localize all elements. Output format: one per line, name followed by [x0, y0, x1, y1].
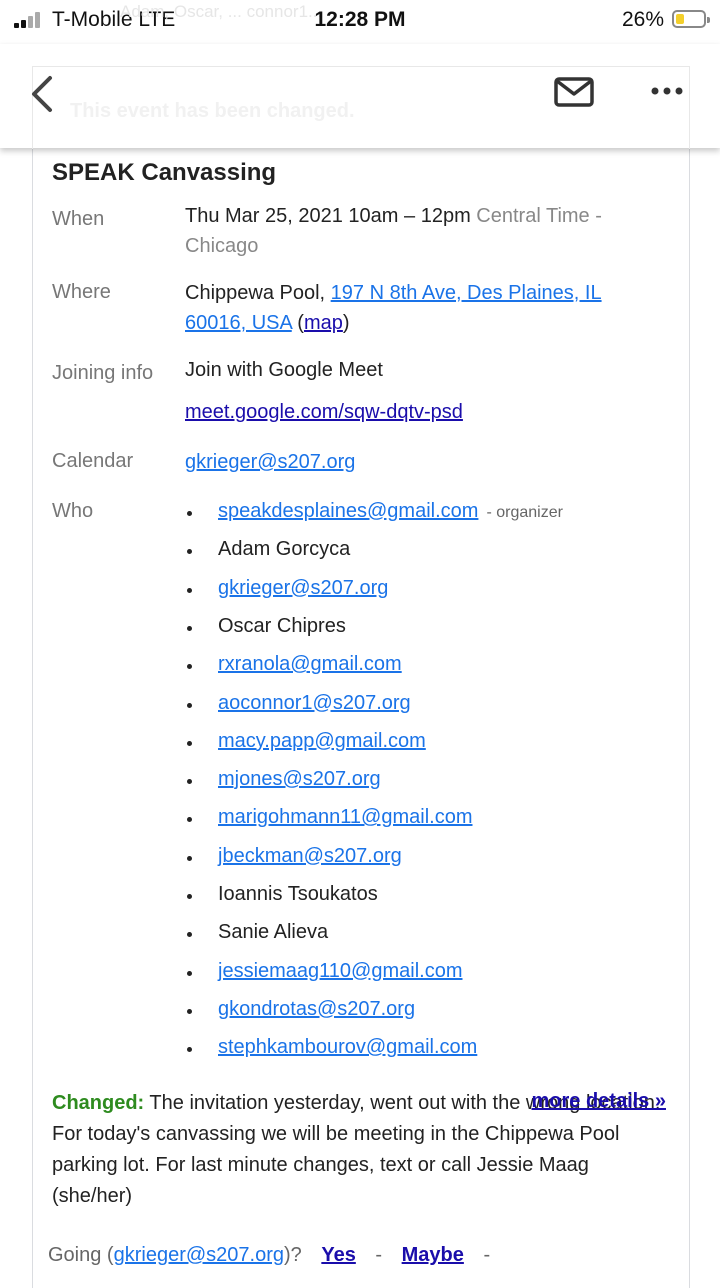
- back-button[interactable]: [26, 72, 60, 116]
- battery-percent: 26%: [621, 8, 664, 31]
- attendee-item[interactable]: gkondrotas@s207.org: [218, 998, 415, 1021]
- rsvp-separator-trailing: -: [483, 1244, 491, 1266]
- bullet-icon: [186, 1046, 194, 1054]
- attendee-item[interactable]: mjones@s207.org: [218, 768, 381, 791]
- attendee-email-link[interactable]: jessiemaag110@gmail.com: [218, 960, 462, 982]
- bullet-icon: [186, 931, 194, 939]
- when-datetime: Thu Mar 25, 2021 10am – 12pm: [185, 205, 471, 227]
- where-place: Chippewa Pool,: [185, 282, 326, 304]
- when-label: When: [52, 208, 105, 230]
- attendee-item: Adam Gorcyca: [218, 538, 350, 561]
- attendee-email-link[interactable]: marigohmann11@gmail.com: [218, 806, 472, 828]
- chevron-left-icon: [32, 76, 52, 112]
- rsvp-separator: -: [375, 1244, 383, 1266]
- attendee-item[interactable]: speakdesplaines@gmail.com - organizer: [218, 500, 563, 523]
- going-suffix: )?: [283, 1244, 302, 1266]
- bullet-icon: [186, 1008, 194, 1016]
- going-prefix: Going (: [48, 1244, 114, 1266]
- rsvp-yes-link[interactable]: Yes: [321, 1244, 355, 1266]
- attendee-item: Sanie Alieva: [218, 921, 328, 944]
- rsvp-email-link[interactable]: gkrieger@s207.org: [114, 1244, 284, 1266]
- attendee-email-link[interactable]: mjones@s207.org: [218, 768, 381, 790]
- attendee-email-link[interactable]: jbeckman@s207.org: [218, 845, 402, 867]
- calendar-link[interactable]: gkrieger@s207.org: [185, 451, 355, 473]
- attendee-item[interactable]: rxranola@gmail.com: [218, 653, 402, 676]
- attendee-email-link[interactable]: rxranola@gmail.com: [218, 653, 402, 675]
- attendee-email-link[interactable]: stephkambourov@gmail.com: [218, 1036, 477, 1058]
- where-label: Where: [52, 281, 111, 303]
- bullet-icon: [186, 778, 194, 786]
- attendee-item[interactable]: stephkambourov@gmail.com: [218, 1036, 477, 1059]
- attendee-email-link[interactable]: gkondrotas@s207.org: [218, 998, 415, 1020]
- changed-tag: Changed:: [52, 1092, 145, 1114]
- joining-info-text: Join with Google Meet: [185, 359, 383, 381]
- organizer-label: - organizer: [486, 504, 563, 521]
- mail-button[interactable]: [554, 76, 594, 108]
- attendee-item[interactable]: jessiemaag110@gmail.com: [218, 960, 462, 983]
- status-bar: T-Mobile LTE Adam, Oscar, ... connor1...…: [0, 0, 720, 44]
- attendee-item[interactable]: macy.papp@gmail.com: [218, 730, 426, 753]
- bullet-icon: [186, 893, 194, 901]
- toolbar: This event has been changed.: [0, 44, 720, 149]
- where-value: Chippewa Pool, 197 N 8th Ave, Des Plaine…: [185, 282, 602, 334]
- rsvp-row: Going (gkrieger@s207.org)? Yes - Maybe -: [48, 1244, 504, 1267]
- attendee-name: Oscar Chipres: [218, 614, 346, 637]
- attendee-item[interactable]: gkrieger@s207.org: [218, 577, 388, 600]
- bullet-icon: [186, 587, 194, 595]
- event-title: SPEAK Canvassing: [52, 159, 277, 186]
- more-options-button[interactable]: [646, 80, 688, 102]
- bullet-icon: [186, 548, 194, 556]
- when-value: Thu Mar 25, 2021 10am – 12pm Central Tim…: [185, 201, 655, 261]
- battery-icon: [672, 10, 710, 28]
- attendee-name: Sanie Alieva: [218, 921, 329, 944]
- more-details-link[interactable]: more details »: [531, 1090, 666, 1113]
- bullet-icon: [186, 740, 194, 748]
- bullet-icon: [186, 816, 194, 824]
- bullet-icon: [186, 855, 194, 863]
- bullet-icon: [186, 970, 194, 978]
- attendee-item: Oscar Chipres: [218, 615, 346, 638]
- bullet-icon: [186, 510, 194, 518]
- attendee-email-link[interactable]: aoconnor1@s207.org: [218, 692, 411, 714]
- attendee-item: Ioannis Tsoukatos: [218, 883, 378, 906]
- clock: 12:28 PM: [314, 8, 406, 31]
- who-label: Who: [52, 500, 94, 522]
- bullet-icon: [186, 663, 194, 671]
- bullet-icon: [186, 625, 194, 633]
- calendar-label: Calendar: [52, 450, 134, 472]
- more-horizontal-icon: [651, 87, 683, 95]
- changed-banner: This event has been changed.: [70, 100, 355, 122]
- attendee-item[interactable]: jbeckman@s207.org: [218, 845, 402, 868]
- bullet-icon: [186, 702, 194, 710]
- attendee-email-link[interactable]: gkrieger@s207.org: [218, 577, 388, 599]
- attendee-name: Adam Gorcyca: [218, 538, 351, 561]
- attendee-name: Ioannis Tsoukatos: [218, 883, 378, 905]
- attendee-item[interactable]: aoconnor1@s207.org: [218, 692, 411, 715]
- map-link[interactable]: map: [304, 312, 343, 334]
- attendee-item[interactable]: marigohmann11@gmail.com: [218, 806, 472, 829]
- rsvp-maybe-link[interactable]: Maybe: [402, 1244, 464, 1266]
- attendee-email-link[interactable]: speakdesplaines@gmail.com: [218, 500, 478, 522]
- attendee-email-link[interactable]: macy.papp@gmail.com: [218, 730, 426, 752]
- meet-link[interactable]: meet.google.com/sqw-dqtv-psd: [185, 401, 463, 423]
- envelope-icon: [554, 77, 594, 107]
- joining-info-label: Joining info: [52, 362, 154, 384]
